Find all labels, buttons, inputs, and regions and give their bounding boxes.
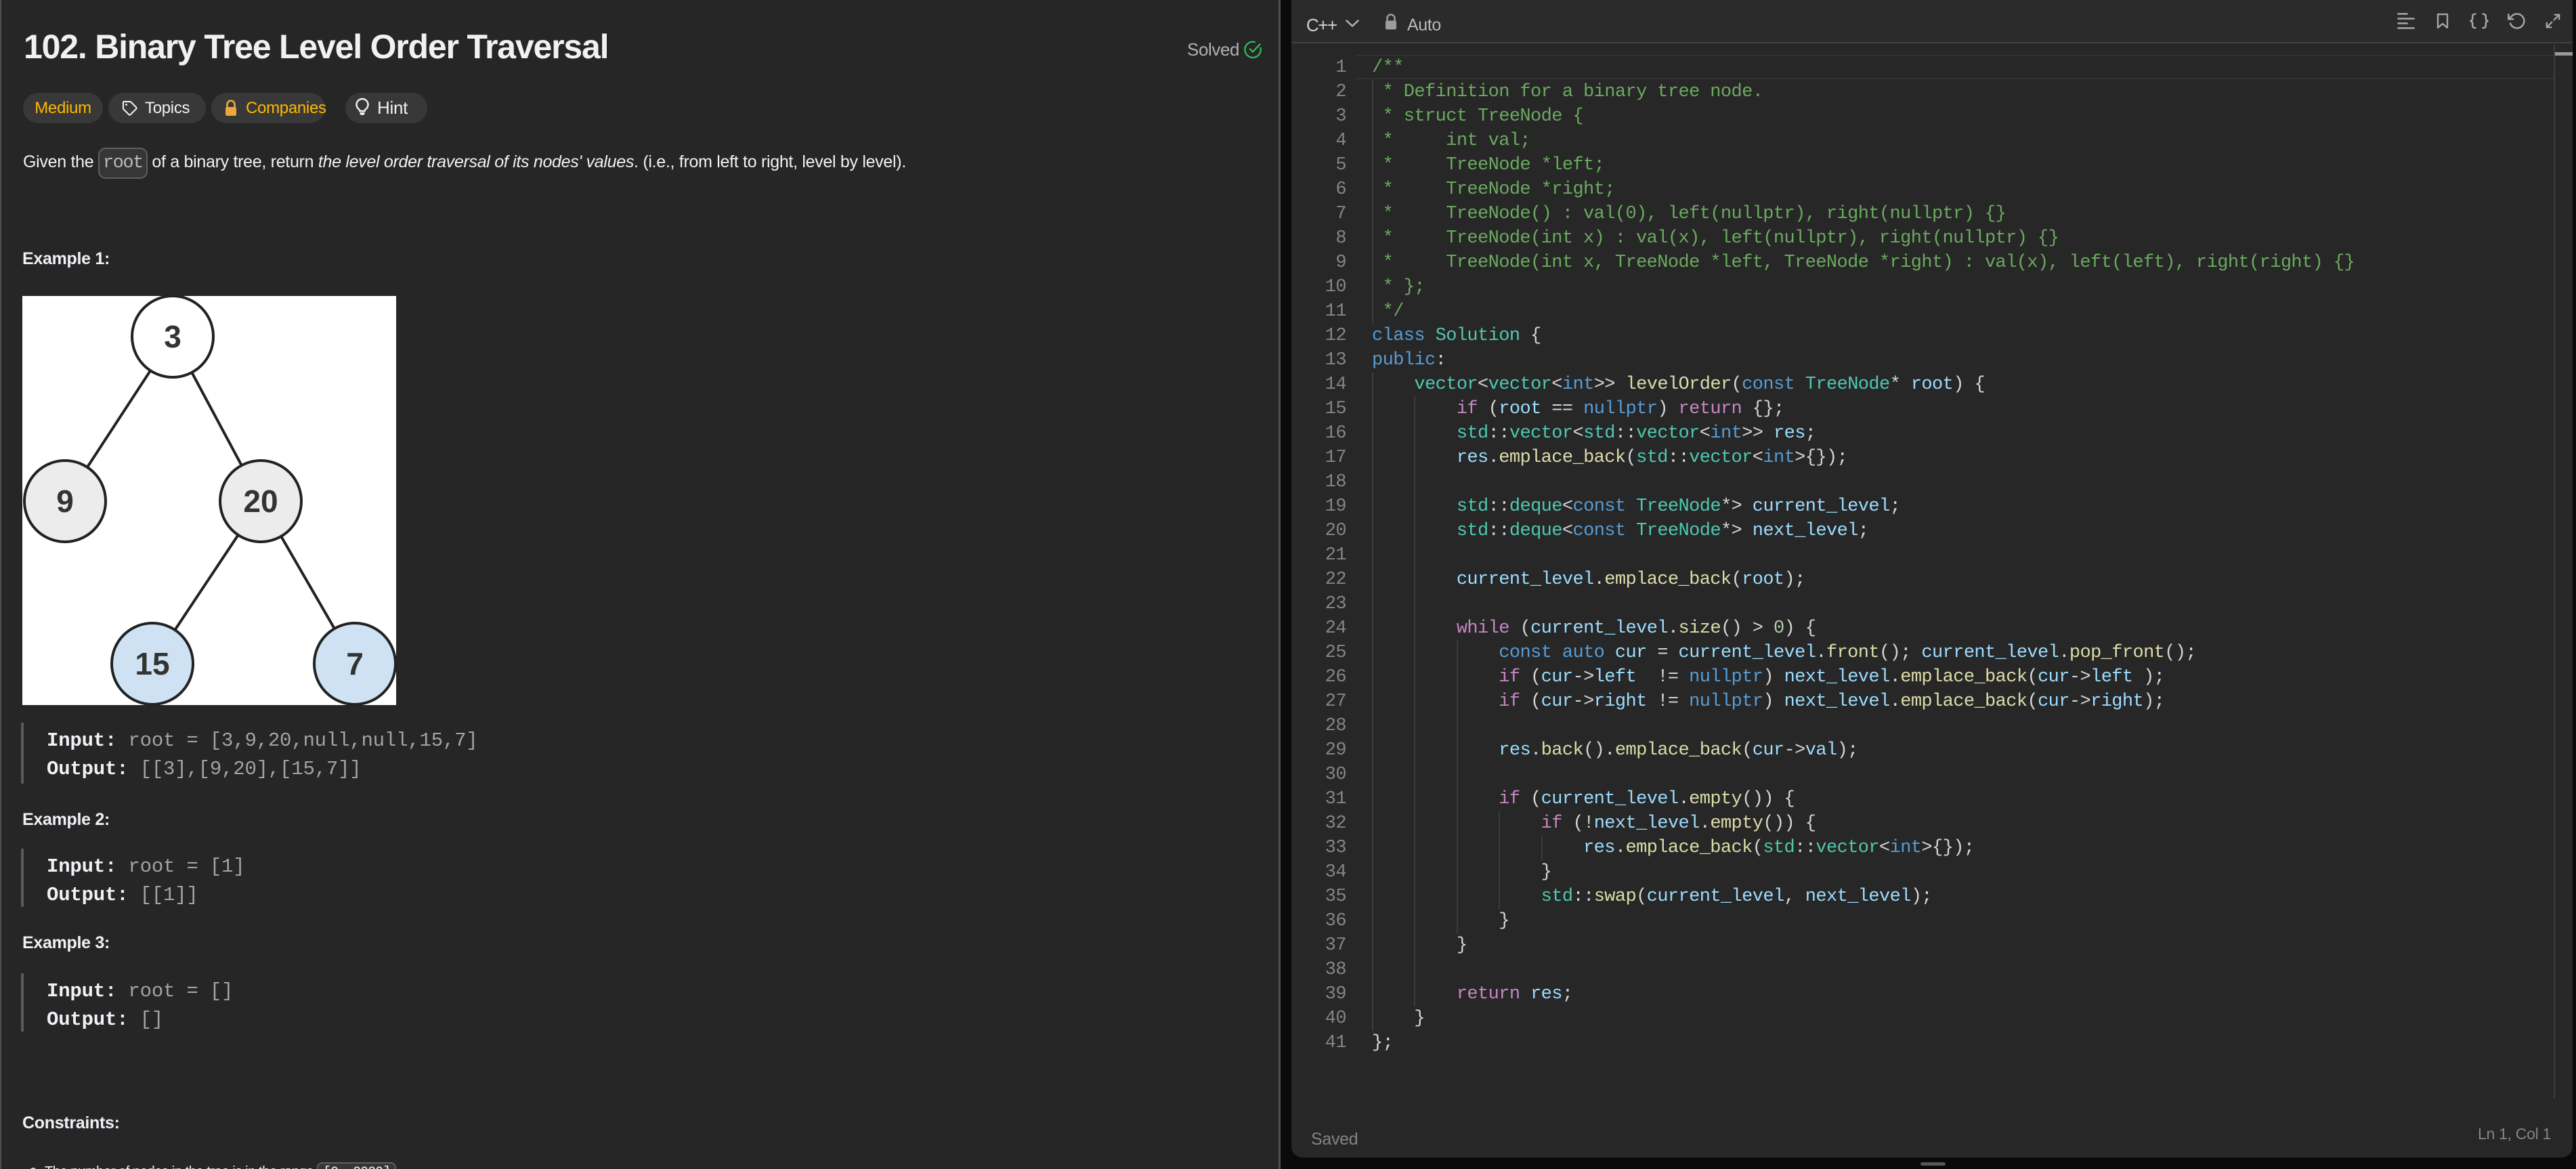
svg-text:7: 7 — [346, 646, 364, 681]
svg-text:15: 15 — [135, 646, 169, 681]
svg-text:20: 20 — [243, 484, 278, 519]
svg-text:3: 3 — [164, 319, 181, 354]
svg-text:9: 9 — [56, 484, 74, 519]
